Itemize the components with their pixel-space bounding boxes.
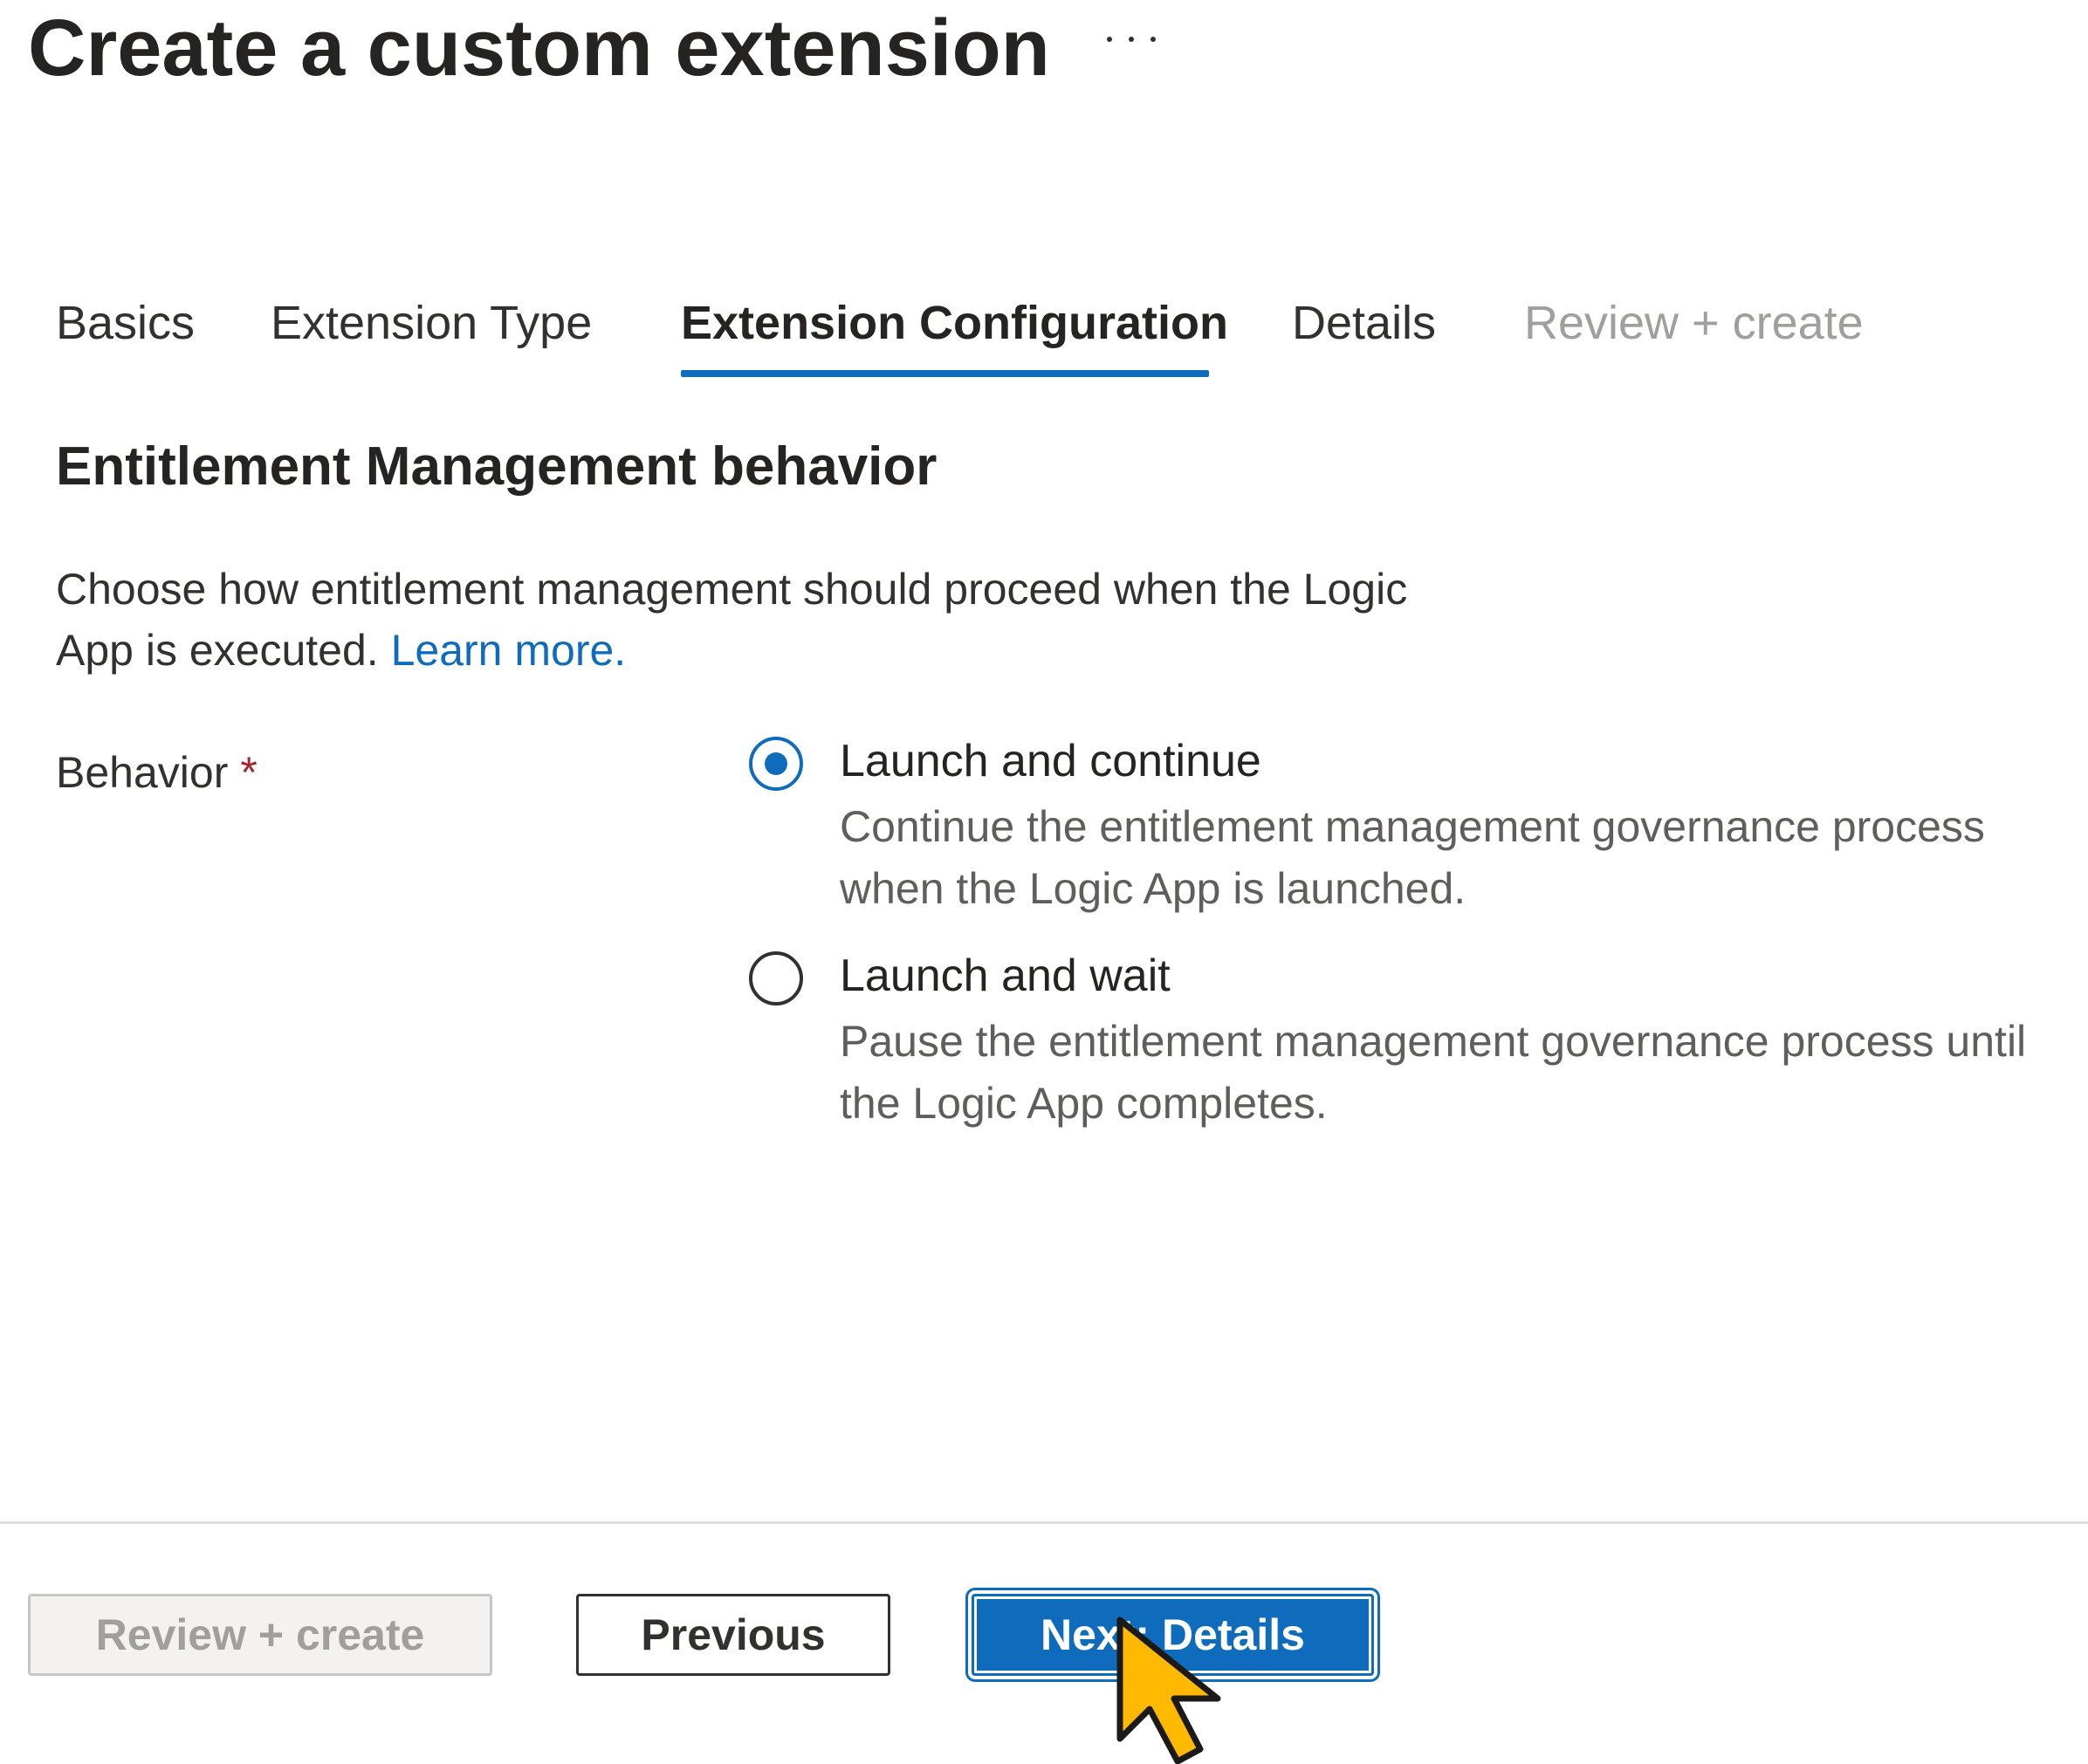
required-indicator: * bbox=[240, 748, 258, 797]
previous-button[interactable]: Previous bbox=[576, 1594, 890, 1676]
radio-selected-dot bbox=[765, 752, 787, 775]
tab-extension-type[interactable]: Extension Type bbox=[271, 284, 592, 362]
section-description: Choose how entitlement management should… bbox=[56, 559, 1418, 681]
radio-button-unchecked[interactable] bbox=[749, 951, 803, 1006]
footer-divider bbox=[0, 1521, 2088, 1524]
tab-extension-configuration[interactable]: Extension Configuration bbox=[681, 284, 1228, 362]
radio-option-launch-and-wait[interactable]: Launch and wait Pause the entitlement ma… bbox=[749, 941, 2058, 1142]
radio-button-checked[interactable] bbox=[749, 737, 803, 791]
radio-label: Launch and wait bbox=[840, 951, 1171, 1001]
more-dot bbox=[1129, 37, 1134, 42]
more-options-icon[interactable] bbox=[1107, 26, 1156, 52]
tab-details[interactable]: Details bbox=[1292, 284, 1436, 362]
behavior-label-text: Behavior bbox=[56, 748, 229, 797]
more-dot bbox=[1107, 37, 1112, 42]
tab-review-create: Review + create bbox=[1524, 297, 1864, 349]
review-create-button: Review + create bbox=[28, 1594, 492, 1676]
behavior-label: Behavior * bbox=[56, 742, 258, 803]
tab-basics[interactable]: Basics bbox=[56, 284, 195, 362]
radio-description: Pause the entitlement management governa… bbox=[840, 1017, 2027, 1128]
mouse-pointer-icon bbox=[1116, 1616, 1221, 1764]
radio-description: Continue the entitlement management gove… bbox=[840, 802, 1985, 913]
page-title: Create a custom extension bbox=[28, 3, 1050, 93]
active-tab-indicator bbox=[681, 370, 1209, 377]
more-dot bbox=[1150, 37, 1156, 42]
radio-option-launch-and-continue[interactable]: Launch and continue Continue the entitle… bbox=[749, 726, 2058, 927]
radio-label: Launch and continue bbox=[840, 736, 1261, 786]
description-text: Choose how entitlement management should… bbox=[56, 565, 1408, 675]
section-heading: Entitlement Management behavior bbox=[56, 436, 938, 497]
learn-more-link[interactable]: Learn more. bbox=[391, 626, 627, 675]
